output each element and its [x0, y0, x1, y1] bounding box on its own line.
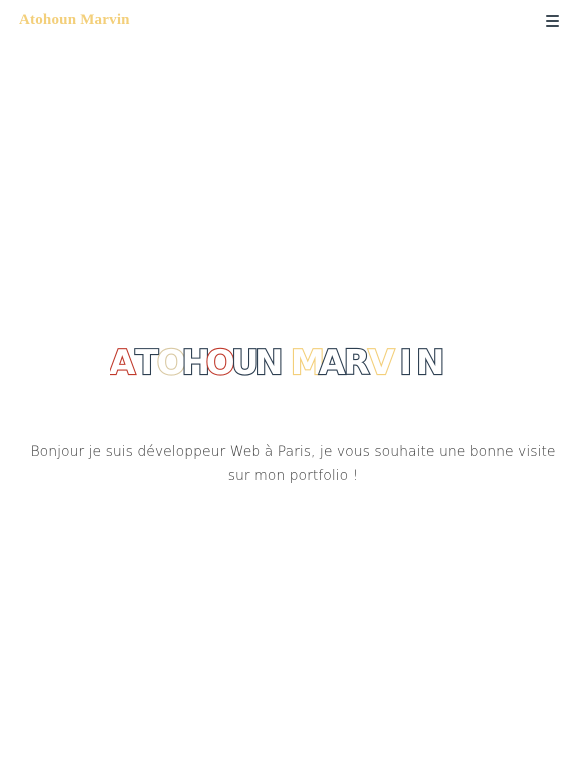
- hero-title-letter: V: [368, 343, 395, 381]
- hero-title-letter: N: [255, 343, 283, 381]
- hero-title-letter: R: [344, 343, 370, 381]
- hero-title-letter: A: [110, 343, 136, 381]
- hero-title-letter: N: [416, 343, 444, 381]
- hero-title-letter: T: [135, 343, 159, 381]
- hero-section: ATOHOUNMARVIN Bonjour je suis développeu…: [0, 0, 576, 768]
- hero-title: A TOHOUN MARV I N: [110, 342, 446, 381]
- hero-title-letter: A: [319, 343, 346, 381]
- intro-text: Bonjour je suis développeur Web à Paris,…: [30, 444, 556, 484]
- hero-title-letter: I: [399, 343, 412, 381]
